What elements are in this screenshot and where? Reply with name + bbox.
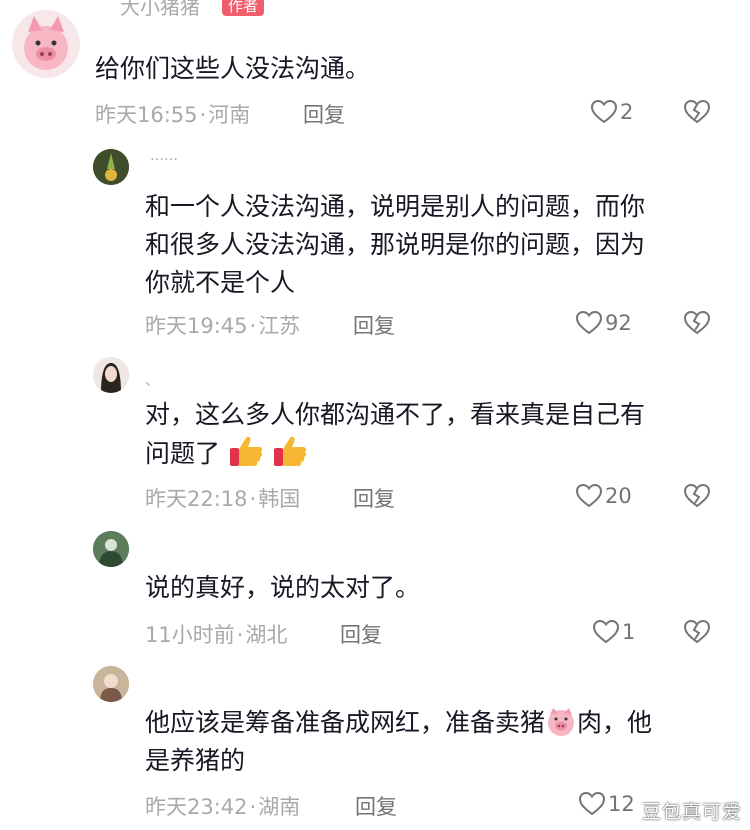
meta-separator: · — [236, 623, 244, 647]
avatar-pig[interactable] — [12, 10, 80, 78]
avatar-image-icon — [93, 149, 129, 185]
comment-text: 对，这么多人你都沟通不了，看来真是自己有 问题了 — [145, 396, 645, 473]
comment-location: 江苏 — [258, 314, 301, 338]
heart-outline-icon — [592, 619, 620, 644]
comment-location: 河南 — [208, 103, 251, 127]
comment-line: 是养猪的 — [145, 746, 246, 775]
comment-text: 他应该是筹备准备成网红，准备卖猪 肉，他 是养猪的 — [145, 704, 652, 780]
heart-outline-icon — [575, 483, 603, 508]
avatar[interactable] — [93, 357, 129, 393]
dislike-button[interactable] — [683, 483, 711, 513]
comment-location: 湖南 — [258, 795, 301, 819]
dislike-button[interactable] — [683, 310, 711, 340]
comment-line-text: 问题了 — [145, 439, 221, 468]
comment-line: 问题了 — [145, 434, 645, 473]
comment-line: 他应该是筹备准备成网红，准备卖猪 肉，他 — [145, 704, 652, 742]
comment-line: 对，这么多人你都沟通不了，看来真是自己有 — [145, 400, 646, 429]
like-count: 12 — [608, 792, 635, 816]
like-button[interactable]: 2 — [590, 99, 633, 125]
meta-separator: · — [249, 487, 257, 511]
like-count: 2 — [620, 100, 634, 124]
watermark: 豆包真可爱 — [641, 801, 742, 823]
avatar[interactable] — [93, 531, 129, 567]
reply-button[interactable]: 回复 — [355, 791, 397, 821]
comment-text: 给你们这些人没法沟通。 — [95, 50, 370, 88]
heart-outline-icon — [590, 99, 618, 124]
dislike-button[interactable] — [683, 99, 711, 129]
username[interactable]: 大小猪猪 — [120, 0, 200, 20]
pig-face-emoji-icon — [548, 708, 575, 736]
comment-text: 和一个人没法沟通，说明是别人的问题，而你 和很多人没法沟通，那说明是你的问题，因… — [145, 188, 645, 302]
like-button[interactable]: 20 — [575, 483, 632, 509]
comment-time: 11小时前 — [145, 623, 235, 647]
broken-heart-icon — [683, 619, 711, 644]
comment-time: 昨天22:18 — [145, 487, 248, 511]
like-count: 1 — [622, 620, 636, 644]
avatar[interactable] — [93, 149, 129, 185]
comment-line-text: 肉，他 — [577, 708, 653, 737]
comment-time: 昨天23:42 — [145, 795, 248, 819]
comment-line: 和一个人没法沟通，说明是别人的问题，而你 — [145, 192, 646, 221]
like-button[interactable]: 92 — [575, 310, 632, 336]
comment-line: 和很多人没法沟通，那说明是你的问题，因为 — [145, 230, 646, 259]
comment-line: 你就不是个人 — [145, 268, 296, 297]
meta-separator: · — [199, 103, 207, 127]
avatar[interactable] — [93, 666, 129, 702]
meta-separator: · — [249, 314, 257, 338]
comment-text: 说的真好，说的太对了。 — [145, 569, 420, 607]
author-badge: 作者 — [222, 0, 265, 16]
comment-line: 说的真好，说的太对了。 — [145, 573, 421, 602]
like-button[interactable]: 12 — [578, 791, 635, 817]
comment-line-text: 他应该是筹备准备成网红，准备卖猪 — [145, 708, 546, 737]
comment-location: 韩国 — [258, 487, 301, 511]
username[interactable]: 、 — [145, 370, 159, 390]
comment-meta: 昨天23:42·湖南 — [145, 791, 300, 821]
heart-outline-icon — [578, 791, 606, 816]
comment-time: 昨天19:45 — [145, 314, 248, 338]
heart-outline-icon — [575, 310, 603, 335]
broken-heart-icon — [683, 99, 711, 124]
thumbs-up-emoji-icon — [273, 436, 307, 466]
comment-time: 昨天16:55 — [95, 103, 198, 127]
reply-button[interactable]: 回复 — [303, 99, 345, 129]
comment-location: 湖北 — [245, 623, 288, 647]
comment-meta: 昨天19:45·江苏 — [145, 310, 300, 340]
broken-heart-icon — [683, 310, 711, 335]
username[interactable]: …… — [150, 148, 178, 164]
comment-meta: 11小时前·湖北 — [145, 619, 287, 649]
avatar-image-icon — [93, 357, 129, 393]
reply-button[interactable]: 回复 — [340, 619, 382, 649]
reply-button[interactable]: 回复 — [353, 310, 395, 340]
like-count: 20 — [605, 484, 632, 508]
comment-meta: 昨天22:18·韩国 — [145, 483, 300, 513]
thumbs-up-emoji-icon — [229, 436, 263, 466]
comment-line: 给你们这些人没法沟通。 — [95, 54, 371, 83]
comment-meta: 昨天16:55·河南 — [95, 99, 250, 129]
dislike-button[interactable] — [683, 619, 711, 649]
like-button[interactable]: 1 — [592, 619, 635, 645]
like-count: 92 — [605, 311, 632, 335]
pig-avatar-icon — [24, 16, 68, 70]
broken-heart-icon — [683, 483, 711, 508]
avatar-image-icon — [93, 666, 129, 702]
avatar-image-icon — [93, 531, 129, 567]
reply-button[interactable]: 回复 — [353, 483, 395, 513]
meta-separator: · — [249, 795, 257, 819]
